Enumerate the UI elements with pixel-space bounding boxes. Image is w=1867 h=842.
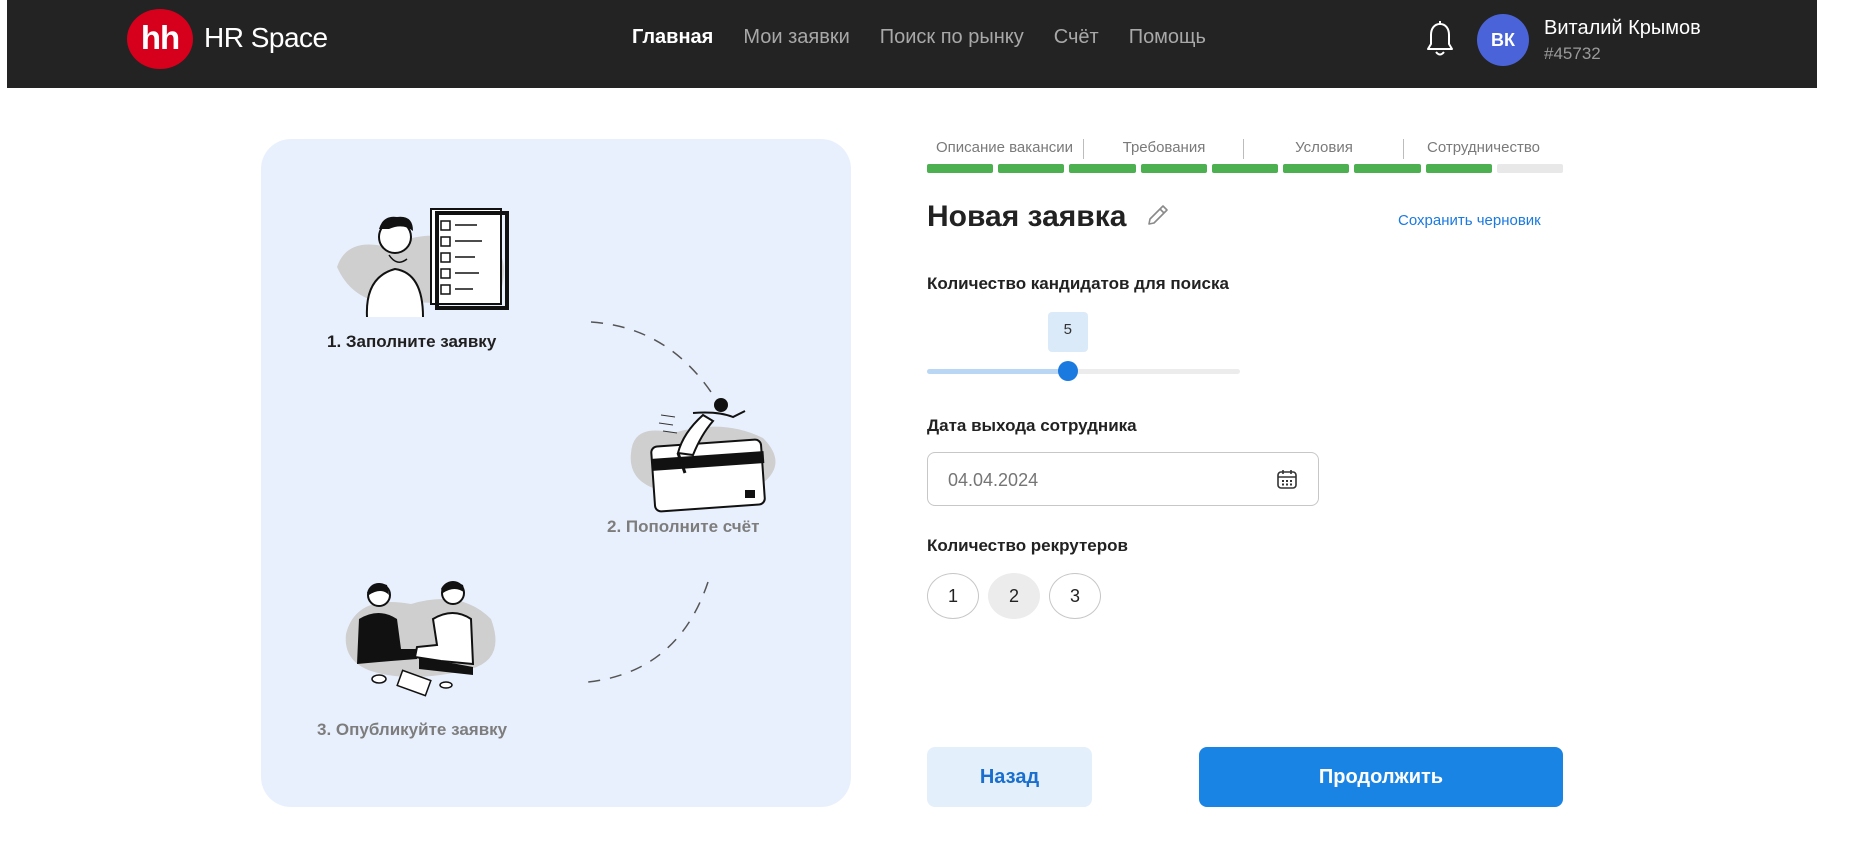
handshake-illustration	[345, 581, 496, 697]
person-on-card-illustration	[630, 398, 776, 513]
steps-panel: 1. Заполните заявку 2. Пополните счёт 3.…	[261, 139, 851, 807]
progress-section-cooperation[interactable]: Сотрудничество	[1404, 139, 1563, 156]
progress-segment-filled	[1283, 164, 1350, 173]
progress-segment-filled	[1425, 164, 1492, 173]
step-2-label: 2. Пополните счёт	[607, 517, 760, 536]
progress-bar	[927, 164, 1563, 174]
dashed-path	[587, 581, 709, 683]
start-date-field[interactable]	[927, 452, 1319, 506]
main-nav: Главная Мои заявки Поиск по рынку Счёт П…	[632, 26, 1206, 49]
user-id: #45732	[1544, 44, 1601, 63]
nav-item-help[interactable]: Помощь	[1129, 26, 1206, 49]
recruiters-option-3[interactable]: 3	[1049, 573, 1101, 619]
continue-button[interactable]: Продолжить	[1199, 747, 1563, 807]
save-draft-link[interactable]: Сохранить черновик	[1398, 212, 1541, 229]
progress-segment-filled	[927, 164, 994, 173]
avatar[interactable]: ВК	[1477, 14, 1529, 66]
progress-section-conditions[interactable]: Условия	[1244, 139, 1404, 156]
recruiters-label: Количество рекрутеров	[927, 536, 1128, 555]
progress-segment-filled	[1354, 164, 1421, 173]
progress-sections: Описание вакансии Требования Условия Сот…	[927, 139, 1563, 161]
candidates-slider-fill	[927, 369, 1068, 374]
progress-section-requirements[interactable]: Требования	[1084, 139, 1244, 156]
nav-item-account[interactable]: Счёт	[1054, 26, 1099, 49]
slider-value-tooltip: 5	[1047, 312, 1088, 352]
bell-icon[interactable]	[1425, 20, 1455, 58]
nav-item-my-requests[interactable]: Мои заявки	[743, 26, 849, 49]
step-1-label: 1. Заполните заявку	[327, 332, 497, 351]
dashed-path	[590, 321, 712, 393]
page-title: Новая заявка	[927, 200, 1127, 233]
recruiters-option-2[interactable]: 2	[988, 573, 1040, 619]
calendar-icon[interactable]	[1275, 467, 1299, 491]
recruiters-options: 1 2 3	[927, 573, 1101, 619]
pencil-icon[interactable]	[1145, 202, 1171, 228]
top-navbar: hh HR Space Главная Мои заявки Поиск по …	[7, 0, 1817, 88]
progress-section-description[interactable]: Описание вакансии	[927, 139, 1082, 156]
start-date-input[interactable]	[948, 467, 1248, 493]
nav-item-market-search[interactable]: Поиск по рынку	[880, 26, 1024, 49]
recruiters-option-1[interactable]: 1	[927, 573, 979, 619]
progress-segment-filled	[1211, 164, 1279, 173]
back-button[interactable]: Назад	[927, 747, 1092, 807]
step-3-label: 3. Опубликуйте заявку	[317, 720, 508, 739]
progress-segment-filled	[1069, 164, 1136, 173]
progress-segment-filled	[1140, 164, 1207, 173]
candidates-slider-thumb[interactable]	[1057, 361, 1078, 381]
user-name: Виталий Крымов	[1544, 17, 1701, 39]
start-date-label: Дата выхода сотрудника	[927, 416, 1137, 435]
candidates-label: Количество кандидатов для поиска	[927, 274, 1229, 293]
brand-name: HR Space	[204, 22, 328, 53]
person-with-checklist-illustration	[337, 208, 509, 317]
progress-segment-filled	[998, 164, 1065, 173]
nav-item-home[interactable]: Главная	[632, 26, 713, 49]
progress-segment-empty	[1496, 164, 1563, 173]
hh-logo[interactable]: hh	[127, 9, 193, 69]
